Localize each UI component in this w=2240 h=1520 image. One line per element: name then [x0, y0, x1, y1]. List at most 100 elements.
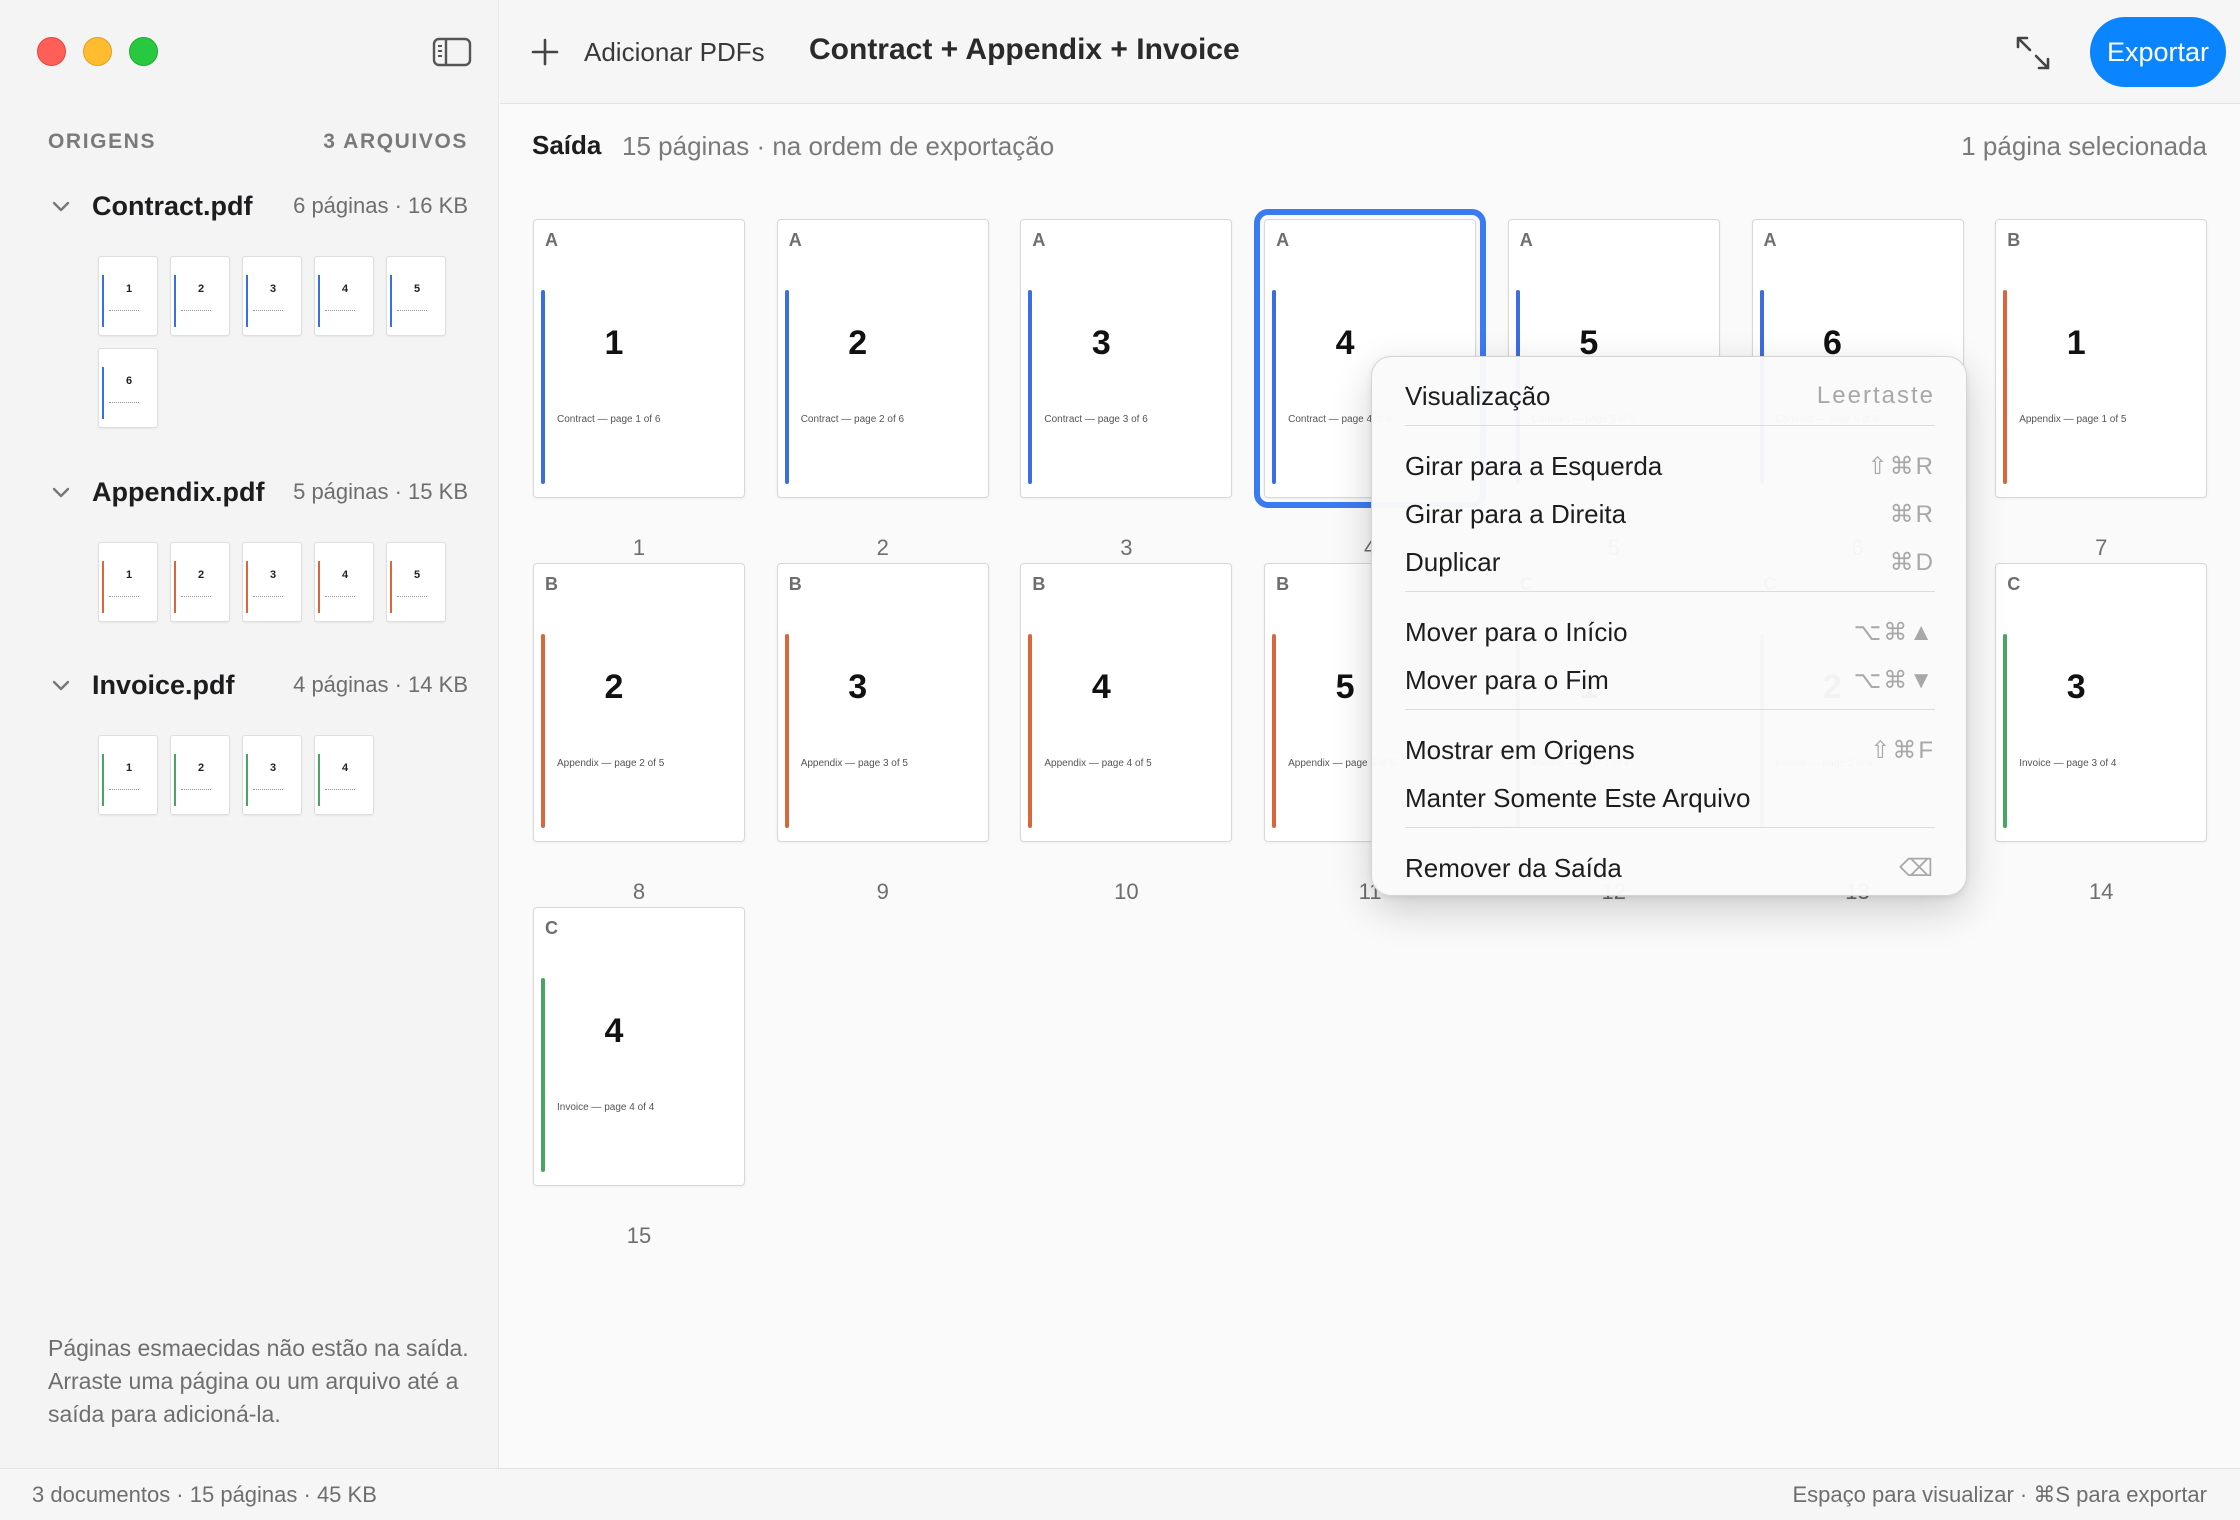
- source-page-thumbnail[interactable]: 2: [170, 256, 230, 336]
- page-text-line: [109, 596, 139, 597]
- source-page-thumbnail[interactable]: 3: [242, 735, 302, 815]
- page-color-bar: [2003, 290, 2008, 484]
- page-number: 2: [848, 324, 868, 362]
- page-number: 4: [1091, 668, 1111, 706]
- page-number: 2: [604, 668, 624, 706]
- page-order-index: 2: [876, 535, 889, 560]
- menu-item[interactable]: Mostrar em Origens ⇧⌘F: [1405, 728, 1935, 772]
- source-page-thumbnail[interactable]: 1: [98, 735, 158, 815]
- menu-item-label: Manter Somente Este Arquivo: [1405, 782, 1751, 813]
- menu-item-shortcut: ⌘R: [1889, 500, 1935, 528]
- menu-item[interactable]: Manter Somente Este Arquivo: [1405, 776, 1935, 820]
- page-color-bar: [2003, 634, 2008, 828]
- menu-item-label: Mover para o Início: [1405, 616, 1628, 647]
- source-file-name: Invoice.pdf: [92, 669, 235, 700]
- source-page-number: 3: [269, 762, 277, 774]
- page-source-letter: C: [545, 918, 558, 938]
- page-source-letter: C: [2007, 574, 2021, 594]
- close-window-button[interactable]: [37, 37, 66, 66]
- output-page-tile[interactable]: C 4 Invoice — page 4 of 4: [533, 907, 745, 1186]
- chevron-down-icon[interactable]: [48, 479, 74, 505]
- page-source-letter: B: [545, 574, 558, 594]
- source-file-row[interactable]: Appendix.pdf 5 páginas · 15 KB: [48, 472, 468, 512]
- sources-header: ORIGENS 3 ARQUIVOS: [48, 130, 468, 154]
- output-page-tile[interactable]: B 4 Appendix — page 4 of 5: [1020, 563, 1233, 842]
- page-number: 3: [848, 668, 868, 706]
- menu-separator: [1405, 591, 1935, 592]
- output-page-tile[interactable]: B 3 Appendix — page 3 of 5: [776, 563, 989, 842]
- menu-item-label: Girar para a Direita: [1405, 498, 1627, 529]
- menu-item-label: Remover da Saída: [1405, 852, 1622, 883]
- page-text-line: [109, 310, 139, 311]
- source-page-number: 5: [413, 569, 421, 581]
- menu-item-label: Duplicar: [1405, 546, 1501, 577]
- export-button[interactable]: Exportar: [2090, 17, 2226, 87]
- output-page-tile[interactable]: A 2 Contract — page 2 of 6: [776, 219, 989, 498]
- page-text-line: [325, 310, 355, 311]
- page-number: 4: [604, 1012, 624, 1050]
- menu-item[interactable]: Mover para o Fim ⌥⌘▼: [1405, 658, 1935, 702]
- status-bar: 3 documentos · 15 páginas · 45 KB Espaço…: [0, 1468, 2240, 1520]
- menu-item-shortcut: ⌫: [1899, 854, 1935, 882]
- menu-item[interactable]: Girar para a Direita ⌘R: [1405, 492, 1935, 536]
- source-page-thumbnail[interactable]: 5: [386, 542, 446, 622]
- page-color-bar: [1272, 290, 1277, 484]
- source-page-number: 1: [125, 283, 133, 295]
- minimize-window-button[interactable]: [83, 37, 112, 66]
- source-page-number: 5: [413, 283, 421, 295]
- source-page-thumbnail[interactable]: 2: [170, 735, 230, 815]
- zoom-window-button[interactable]: [129, 37, 158, 66]
- page-color-bar: [1028, 634, 1033, 828]
- page-source-letter: A: [545, 230, 558, 250]
- menu-item-label: Girar para a Esquerda: [1405, 450, 1663, 481]
- source-page-thumbnail[interactable]: 1: [98, 256, 158, 336]
- source-page-thumbnail[interactable]: 1: [98, 542, 158, 622]
- sidebar-toggle-icon[interactable]: [432, 36, 472, 68]
- output-page-tile[interactable]: C 3 Invoice — page 3 of 4: [1995, 563, 2208, 842]
- source-file-name: Appendix.pdf: [92, 476, 265, 507]
- page-order-index: 15: [626, 1223, 652, 1248]
- output-subtitle: 15 páginas · na ordem de exportação: [622, 131, 1055, 161]
- source-page-thumbnail[interactable]: 2: [170, 542, 230, 622]
- source-file-row[interactable]: Contract.pdf 6 páginas · 16 KB: [48, 186, 468, 226]
- chevron-down-icon[interactable]: [48, 193, 74, 219]
- output-page-tile[interactable]: B 2 Appendix — page 2 of 5: [533, 563, 745, 842]
- page-caption: Contract — page 3 of 6: [1044, 414, 1148, 425]
- chevron-down-icon[interactable]: [48, 672, 74, 698]
- expand-icon[interactable]: [2014, 34, 2052, 72]
- page-caption: Invoice — page 3 of 4: [2019, 758, 2117, 769]
- output-page-tile[interactable]: B 1 Appendix — page 1 of 5: [1995, 219, 2208, 498]
- menu-item[interactable]: Duplicar ⌘D: [1405, 540, 1935, 584]
- output-page-tile[interactable]: A 3 Contract — page 3 of 6: [1020, 219, 1233, 498]
- menu-item[interactable]: Mover para o Início ⌥⌘▲: [1405, 610, 1935, 654]
- page-context-menu: Visualização Leertaste Girar para a Esquer…: [1371, 356, 1967, 896]
- source-page-thumbnail[interactable]: 3: [242, 542, 302, 622]
- menu-item[interactable]: Girar para a Esquerda ⇧⌘R: [1405, 444, 1935, 488]
- source-page-thumbnail[interactable]: 4: [314, 735, 374, 815]
- page-color-bar: [541, 634, 545, 828]
- source-page-thumbnail[interactable]: 6: [98, 348, 158, 428]
- page-text-line: [253, 596, 283, 597]
- source-page-thumbnail[interactable]: 5: [386, 256, 446, 336]
- source-page-thumbnail[interactable]: 4: [314, 256, 374, 336]
- source-page-number: 4: [341, 762, 349, 774]
- status-hints: Espaço para visualizar · ⌘S para exporta…: [1792, 1482, 2207, 1507]
- menu-item[interactable]: Visualização Leertaste: [1405, 374, 1935, 418]
- add-pdfs-button[interactable]: Adicionar PDFs: [530, 30, 765, 74]
- source-page-thumbnail[interactable]: 3: [242, 256, 302, 336]
- menu-item-shortcut: Leertaste: [1816, 382, 1935, 409]
- page-caption: Appendix — page 1 of 5: [2019, 414, 2127, 425]
- menu-item[interactable]: Remover da Saída ⌫: [1405, 846, 1935, 890]
- page-text-line: [397, 310, 427, 311]
- output-page-tile[interactable]: A 1 Contract — page 1 of 6: [533, 219, 745, 498]
- menu-item-shortcut: ⇧⌘F: [1870, 736, 1935, 764]
- source-file-row[interactable]: Invoice.pdf 4 páginas · 14 KB: [48, 665, 468, 705]
- plus-icon: [530, 37, 560, 67]
- source-page-number: 1: [125, 569, 133, 581]
- source-page-thumbnail[interactable]: 4: [314, 542, 374, 622]
- menu-separator: [1405, 425, 1935, 426]
- page-caption: Appendix — page 2 of 5: [557, 758, 665, 769]
- page-order-index: 1: [632, 535, 646, 560]
- output-title: Saída: [532, 130, 602, 160]
- menu-item-shortcut: ⌥⌘▼: [1853, 666, 1935, 694]
